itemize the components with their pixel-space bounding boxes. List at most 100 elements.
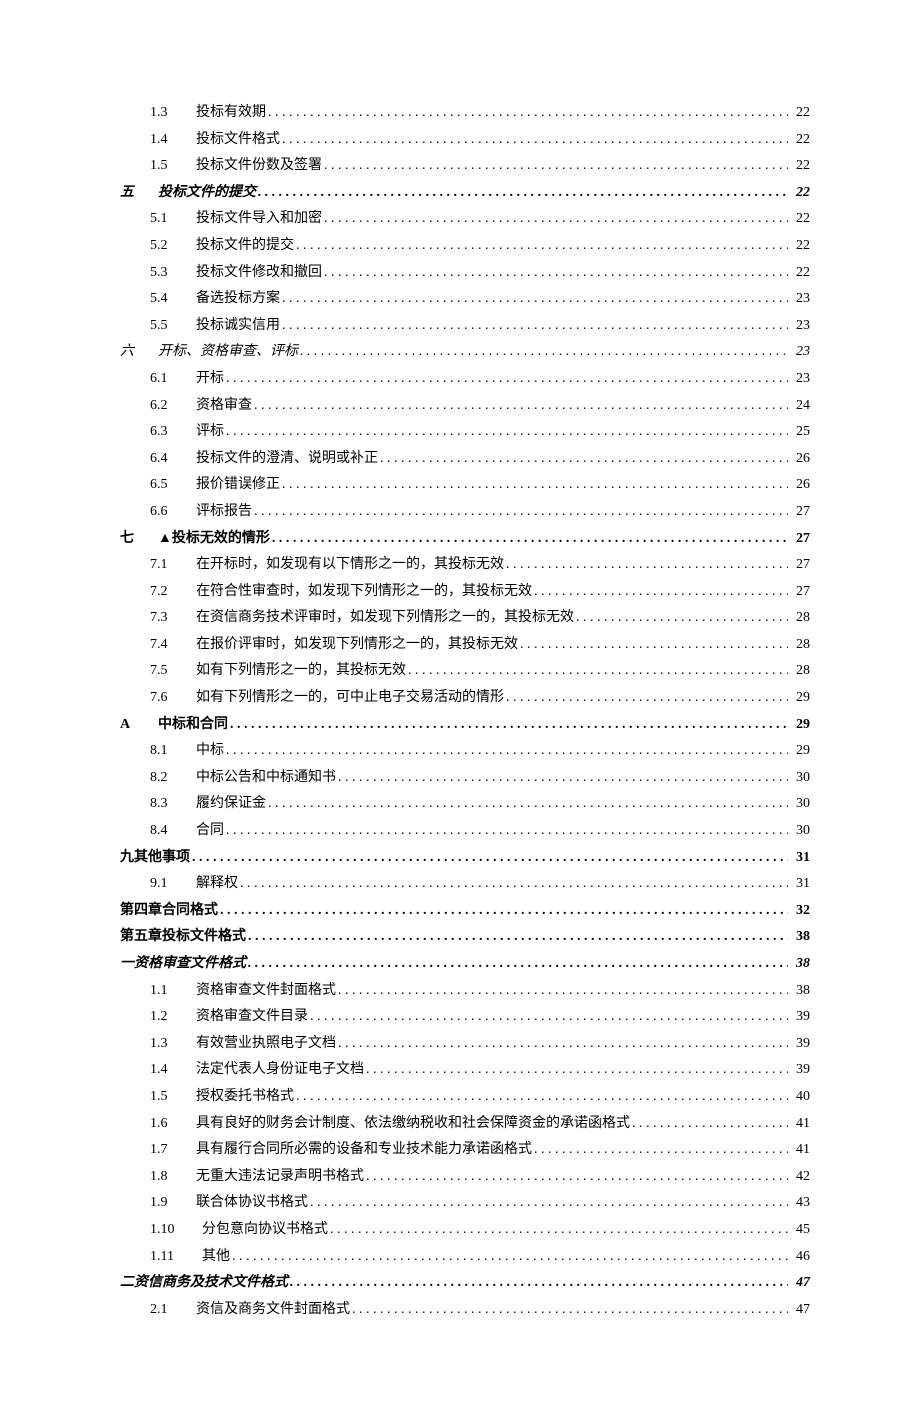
toc-page-number: 26 [788, 446, 810, 473]
toc-entry: 5.3投标文件修改和撤回22 [120, 260, 810, 287]
toc-label: 资格审查文件目录 [196, 1004, 308, 1031]
toc-entry: 7.6如有下列情形之一的，可中止电子交易活动的情形29 [120, 685, 810, 712]
toc-number: 1.5 [150, 153, 196, 180]
toc-page-number: 23 [788, 339, 810, 366]
toc-number: 5.1 [150, 206, 196, 233]
toc-page-number: 24 [788, 393, 810, 420]
toc-entry: 1.1资格审查文件封面格式38 [120, 978, 810, 1005]
toc-leader-dots [280, 286, 788, 313]
toc-leader-dots [504, 552, 788, 579]
toc-page-number: 22 [788, 127, 810, 154]
toc-entry: 6.3评标25 [120, 419, 810, 446]
table-of-contents: 1.3投标有效期221.4投标文件格式221.5投标文件份数及签署22五投标文件… [120, 100, 810, 1323]
toc-page-number: 22 [788, 233, 810, 260]
toc-entry: 1.5投标文件份数及签署 22 [120, 153, 810, 180]
toc-leader-dots [224, 818, 788, 845]
toc-page-number: 22 [788, 153, 810, 180]
toc-label: 投标文件的提交 [158, 180, 256, 207]
toc-entry: 一资格审查文件格式38 [120, 951, 810, 978]
toc-number: 7.4 [150, 632, 196, 659]
toc-leader-dots [266, 100, 788, 127]
toc-page-number: 43 [788, 1190, 810, 1217]
toc-entry: 1.5授权委托书格式40 [120, 1084, 810, 1111]
toc-entry: 九其他事项31 [120, 845, 810, 872]
toc-entry: 第四章合同格式32 [120, 898, 810, 925]
toc-leader-dots [224, 419, 788, 446]
toc-label: 投标文件导入和加密 [196, 206, 322, 233]
toc-number: 5.5 [150, 313, 196, 340]
toc-label: 投标文件格式 [196, 127, 280, 154]
toc-entry: 8.4合同 30 [120, 818, 810, 845]
toc-entry: 8.1中标29 [120, 738, 810, 765]
toc-page-number: 26 [788, 472, 810, 499]
toc-page-number: 22 [788, 206, 810, 233]
toc-entry: 7.5如有下列情形之一的，其投标无效28 [120, 658, 810, 685]
toc-leader-dots [246, 924, 788, 951]
toc-page-number: 28 [788, 605, 810, 632]
toc-page-number: 22 [788, 260, 810, 287]
toc-number: 1.8 [150, 1164, 196, 1191]
toc-number: 七 [120, 526, 158, 553]
toc-label: 分包意向协议书格式 [202, 1217, 328, 1244]
toc-label: 第四章合同格式 [120, 898, 218, 925]
toc-label: 一资格审查文件格式 [120, 951, 246, 978]
toc-number: 8.1 [150, 738, 196, 765]
toc-page-number: 31 [788, 845, 810, 872]
toc-label: 开标、资格审查、评标 [158, 339, 298, 366]
toc-page-number: 45 [788, 1217, 810, 1244]
toc-label: 备选投标方案 [196, 286, 280, 313]
toc-number: 1.11 [150, 1244, 202, 1271]
toc-label: 如有下列情形之一的，可中止电子交易活动的情形 [196, 685, 504, 712]
toc-leader-dots [294, 1084, 788, 1111]
toc-page-number: 23 [788, 313, 810, 340]
toc-entry: 1.8无重大违法记录声明书格式42 [120, 1164, 810, 1191]
toc-leader-dots [224, 738, 788, 765]
toc-leader-dots [518, 632, 788, 659]
toc-label: ▲投标无效的情形 [158, 526, 270, 553]
toc-leader-dots [218, 898, 788, 925]
toc-leader-dots [238, 871, 788, 898]
toc-number: 1.1 [150, 978, 196, 1005]
toc-label: 有效营业执照电子文档 [196, 1031, 336, 1058]
toc-page-number: 27 [788, 579, 810, 606]
toc-entry: 6.6评标报告27 [120, 499, 810, 526]
toc-page-number: 23 [788, 366, 810, 393]
toc-entry: 5.4备选投标方案23 [120, 286, 810, 313]
toc-entry: 第五章投标文件格式38 [120, 924, 810, 951]
toc-leader-dots [574, 605, 788, 632]
toc-leader-dots [252, 499, 788, 526]
toc-number: 7.2 [150, 579, 196, 606]
toc-entry: 8.3履约保证金30 [120, 791, 810, 818]
toc-label: 合同 [196, 818, 224, 845]
toc-page-number: 29 [788, 738, 810, 765]
toc-entry: 6.4投标文件的澄清、说明或补正26 [120, 446, 810, 473]
toc-number: 5.3 [150, 260, 196, 287]
toc-entry: 1.7具有履行合同所必需的设备和专业技术能力承诺函格式41 [120, 1137, 810, 1164]
toc-label: 无重大违法记录声明书格式 [196, 1164, 364, 1191]
toc-page-number: 27 [788, 499, 810, 526]
toc-leader-dots [280, 127, 788, 154]
toc-number: 7.6 [150, 685, 196, 712]
toc-entry: 9.1解释权31 [120, 871, 810, 898]
toc-number: 8.4 [150, 818, 196, 845]
toc-number: 6.5 [150, 472, 196, 499]
toc-label: 评标 [196, 419, 224, 446]
toc-page-number: 30 [788, 818, 810, 845]
toc-leader-dots [308, 1190, 788, 1217]
toc-number: 1.6 [150, 1111, 196, 1138]
toc-leader-dots [308, 1004, 788, 1031]
toc-label: 投标有效期 [196, 100, 266, 127]
toc-number: 6.1 [150, 366, 196, 393]
toc-number: 7.3 [150, 605, 196, 632]
toc-label: 投标文件份数及签署 [196, 153, 322, 180]
toc-entry: 1.9联合体协议书格式43 [120, 1190, 810, 1217]
toc-leader-dots [336, 978, 788, 1005]
toc-leader-dots [336, 765, 788, 792]
toc-leader-dots [328, 1217, 788, 1244]
toc-entry: 7.4在报价评审时，如发现下列情形之一的，其投标无效28 [120, 632, 810, 659]
toc-leader-dots [256, 180, 788, 207]
toc-page-number: 27 [788, 526, 810, 553]
toc-label: 中标公告和中标通知书 [196, 765, 336, 792]
toc-label: 投标文件的提交 [196, 233, 294, 260]
toc-leader-dots [364, 1164, 788, 1191]
